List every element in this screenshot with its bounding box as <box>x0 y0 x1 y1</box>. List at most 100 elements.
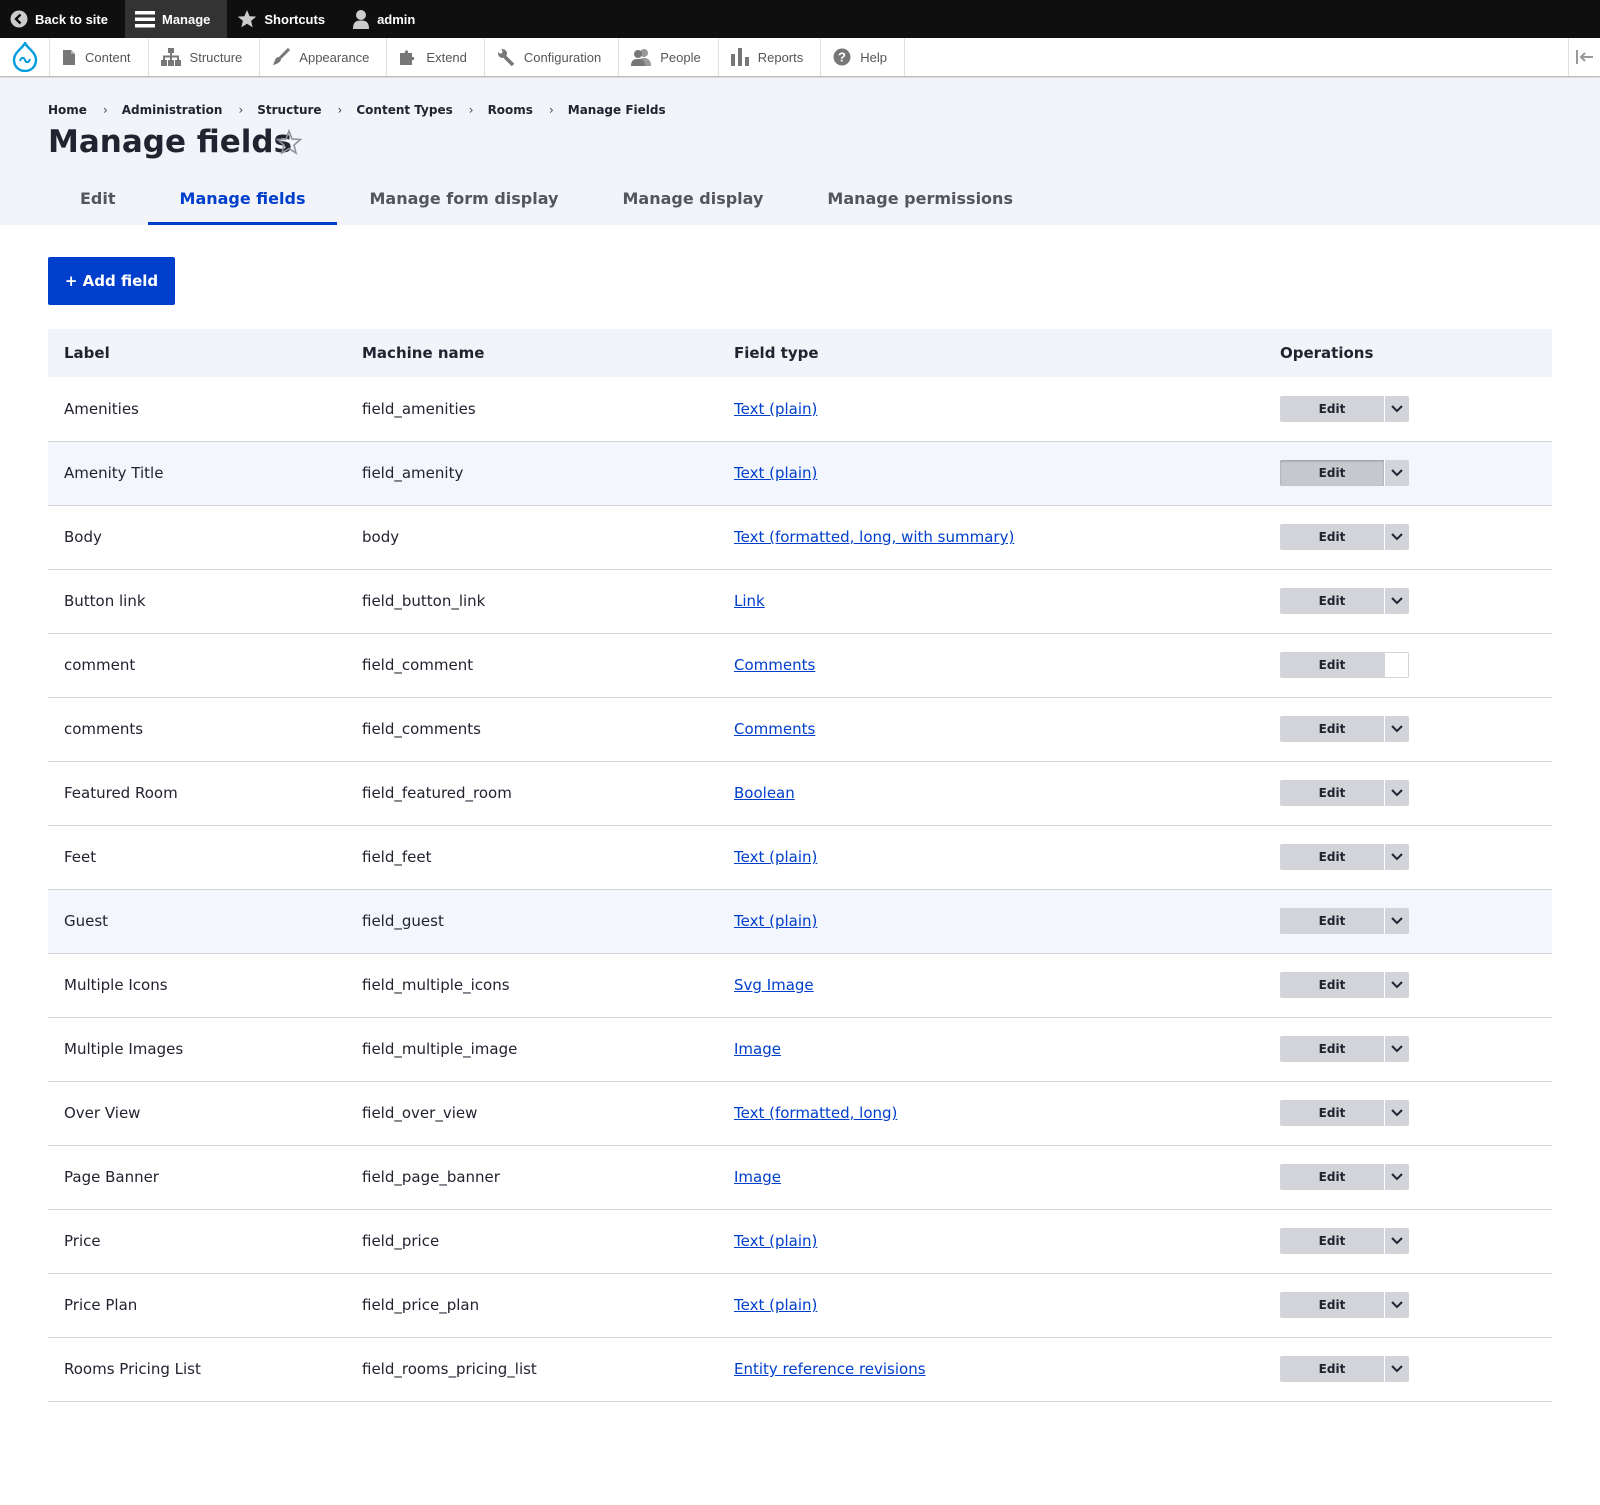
field-type-link[interactable]: Text (formatted, long, with summary) <box>734 528 1014 546</box>
field-type-link[interactable]: Text (plain) <box>734 848 817 866</box>
menu-structure[interactable]: Structure <box>149 38 261 76</box>
dropbutton-toggle[interactable] <box>1384 588 1409 614</box>
edit-button[interactable]: Edit <box>1280 1228 1384 1254</box>
menu-help[interactable]: ? Help <box>821 38 905 76</box>
edit-button[interactable]: Edit <box>1280 972 1384 998</box>
tab-manage-display[interactable]: Manage display <box>590 182 795 225</box>
breadcrumb-home[interactable]: Home <box>48 103 87 117</box>
menu-extend[interactable]: Extend <box>387 38 485 76</box>
field-type-cell: Text (formatted, long, with summary) <box>718 505 1264 570</box>
field-type-link[interactable]: Text (plain) <box>734 400 817 418</box>
file-icon <box>63 49 75 65</box>
field-type-link[interactable]: Boolean <box>734 784 795 802</box>
dropbutton-toggle[interactable] <box>1384 1228 1409 1254</box>
dropbutton-toggle[interactable] <box>1384 524 1409 550</box>
back-to-site-link[interactable]: Back to site <box>0 0 125 38</box>
edit-button[interactable]: Edit <box>1280 395 1384 422</box>
dropbutton-toggle[interactable] <box>1384 1292 1409 1318</box>
edit-button[interactable]: Edit <box>1280 780 1384 806</box>
breadcrumb-content-types[interactable]: Content Types <box>356 103 452 117</box>
dropbutton-toggle[interactable] <box>1384 716 1409 742</box>
dropbutton-toggle[interactable] <box>1384 972 1409 998</box>
field-machine-name: field_price <box>346 1209 718 1274</box>
dropbutton-toggle[interactable] <box>1384 652 1409 678</box>
menu-reports[interactable]: Reports <box>719 38 822 76</box>
dropbutton-toggle[interactable] <box>1384 1100 1409 1126</box>
chevron-down-icon <box>1391 1109 1403 1117</box>
back-arrow-icon <box>10 10 28 28</box>
shortcuts-tab[interactable]: Shortcuts <box>227 0 342 38</box>
breadcrumb-manage-fields[interactable]: Manage Fields <box>568 103 666 117</box>
dropbutton-toggle[interactable] <box>1384 844 1409 870</box>
dropbutton-toggle[interactable] <box>1384 1036 1409 1062</box>
dropbutton-toggle[interactable] <box>1384 908 1409 934</box>
edit-button[interactable]: Edit <box>1280 1164 1384 1190</box>
admin-toolbar: Back to site Manage Shortcuts admin <box>0 0 1600 38</box>
field-type-link[interactable]: Image <box>734 1168 781 1186</box>
edit-button[interactable]: Edit <box>1280 1100 1384 1126</box>
table-row: Over View field_over_view Text (formatted,… <box>48 1081 1552 1146</box>
field-type-cell: Text (plain) <box>718 889 1264 954</box>
operations-cell: Edit <box>1264 505 1552 570</box>
menu-appearance-label: Appearance <box>299 49 370 65</box>
add-field-button[interactable]: + Add field <box>48 257 175 305</box>
field-type-link[interactable]: Text (plain) <box>734 912 817 930</box>
edit-button[interactable]: Edit <box>1280 1356 1384 1382</box>
breadcrumb-rooms[interactable]: Rooms <box>488 103 533 117</box>
shortcut-star-icon[interactable] <box>276 129 302 155</box>
menu-configuration[interactable]: Configuration <box>485 38 620 76</box>
breadcrumb-structure[interactable]: Structure <box>257 103 321 117</box>
operations-dropbutton: Edit <box>1280 652 1409 678</box>
user-tab[interactable]: admin <box>342 0 432 38</box>
field-type-link[interactable]: Text (formatted, long) <box>734 1104 897 1122</box>
edit-button[interactable]: Edit <box>1280 1036 1384 1062</box>
chevron-down-icon <box>1391 1045 1403 1053</box>
tab-manage-fields[interactable]: Manage fields <box>147 182 338 225</box>
edit-button[interactable]: Edit <box>1280 1292 1384 1318</box>
menu-reports-label: Reports <box>757 49 804 65</box>
field-type-link[interactable]: Comments <box>734 656 815 674</box>
field-machine-name: field_feet <box>346 825 718 890</box>
table-row: Body body Text (formatted, long, with summ… <box>48 505 1552 570</box>
field-type-link[interactable]: Link <box>734 592 765 610</box>
field-type-link[interactable]: Svg Image <box>734 976 814 994</box>
menu-appearance[interactable]: Appearance <box>260 38 388 76</box>
edit-button[interactable]: Edit <box>1280 716 1384 742</box>
field-type-link[interactable]: Text (plain) <box>734 1232 817 1250</box>
chevron-down-icon <box>1391 981 1403 989</box>
table-row: Amenity Title field_amenity Text (plain) Ed… <box>48 441 1552 506</box>
edit-button[interactable]: Edit <box>1280 460 1384 486</box>
collapse-tray-button[interactable] <box>1568 38 1600 76</box>
menu-content[interactable]: Content <box>50 38 149 76</box>
menu-people[interactable]: People <box>619 38 719 76</box>
field-type-link[interactable]: Text (plain) <box>734 464 817 482</box>
dropbutton-toggle[interactable] <box>1384 780 1409 806</box>
field-type-link[interactable]: Image <box>734 1040 781 1058</box>
breadcrumb-administration[interactable]: Administration <box>122 103 223 117</box>
edit-button[interactable]: Edit <box>1280 652 1384 678</box>
operations-cell: Edit <box>1264 377 1552 442</box>
tab-manage-form-display[interactable]: Manage form display <box>337 182 590 225</box>
table-row: Amenities field_amenities Text (plain) Edit <box>48 377 1552 442</box>
field-label: Amenity Title <box>48 441 346 506</box>
field-machine-name: field_over_view <box>346 1081 718 1146</box>
dropbutton-toggle[interactable] <box>1384 395 1409 422</box>
field-type-link[interactable]: Entity reference revisions <box>734 1360 926 1378</box>
edit-button[interactable]: Edit <box>1280 844 1384 870</box>
edit-button[interactable]: Edit <box>1280 908 1384 934</box>
dropbutton-toggle[interactable] <box>1384 460 1409 486</box>
tab-manage-permissions[interactable]: Manage permissions <box>795 182 1045 225</box>
operations-cell: Edit <box>1264 633 1552 698</box>
drupal-logo[interactable] <box>0 38 50 76</box>
dropbutton-toggle[interactable] <box>1384 1164 1409 1190</box>
tab-edit[interactable]: Edit <box>48 182 148 225</box>
edit-button[interactable]: Edit <box>1280 524 1384 550</box>
manage-label: Manage <box>161 11 211 27</box>
field-type-link[interactable]: Text (plain) <box>734 1296 817 1314</box>
dropbutton-toggle[interactable] <box>1384 1356 1409 1382</box>
field-type-link[interactable]: Comments <box>734 720 815 738</box>
manage-tab[interactable]: Manage <box>124 0 228 38</box>
operations-cell: Edit <box>1264 953 1552 1018</box>
edit-button[interactable]: Edit <box>1280 588 1384 614</box>
puzzle-icon <box>400 50 415 65</box>
